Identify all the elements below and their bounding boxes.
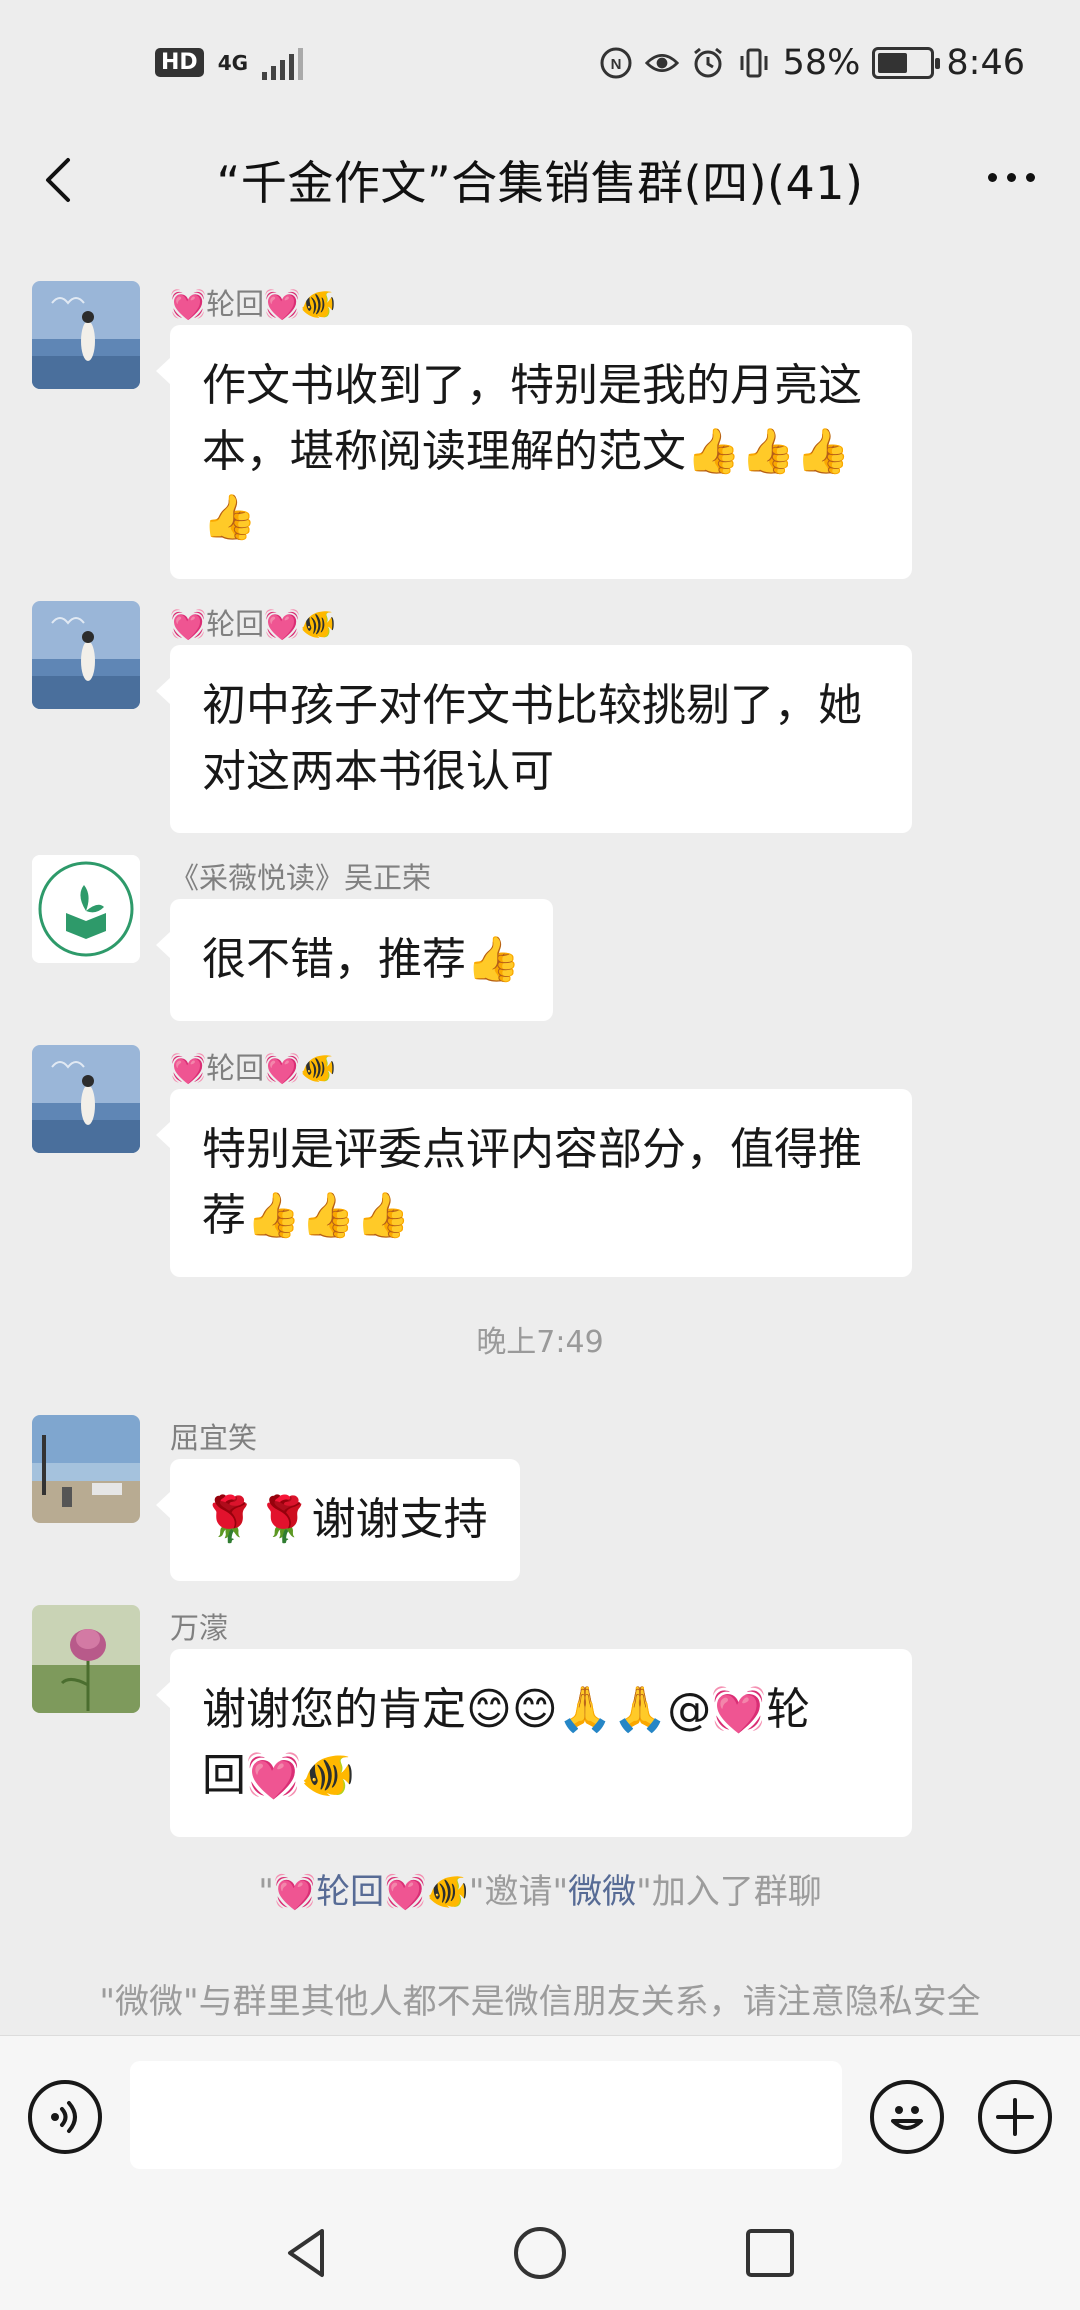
- eye-icon: [644, 46, 679, 80]
- message-line: 作文书收到了，特别是我的月亮这: [202, 360, 862, 411]
- chat-header: “千金作文”合集销售群(四)(41): [0, 125, 1080, 235]
- invite-text: "邀请": [468, 1872, 569, 1912]
- avatar[interactable]: [32, 1605, 140, 1713]
- status-left: HD 4G: [155, 46, 304, 80]
- sender-name: 💓轮回💓🐠: [170, 287, 337, 321]
- input-bar: [0, 2035, 1080, 2195]
- message-bubble[interactable]: 谢谢您的肯定😊😊🙏🙏@💓轮 回💓🐠: [156, 1649, 912, 1837]
- message-line: 特别是评委点评内容部分，值得推: [202, 1124, 862, 1175]
- sender-name: 屈宜笑: [170, 1421, 258, 1455]
- message-line: 🌹🌹谢谢支持: [202, 1494, 488, 1545]
- message-line: 本，堪称阅读理解的范文👍👍👍: [202, 426, 851, 477]
- avatar-flower-image: [32, 1605, 140, 1713]
- chat-messages[interactable]: 💓轮回💓🐠 作文书收到了，特别是我的月亮这 本，堪称阅读理解的范文👍👍👍 👍 💓…: [0, 235, 1080, 2035]
- chat-title: “千金作文”合集销售群(四)(41): [216, 156, 864, 210]
- message-line: 👍: [202, 492, 257, 543]
- voice-button[interactable]: [28, 2080, 102, 2154]
- quote-mark: ": [258, 1872, 274, 1912]
- message-bubble[interactable]: 很不错，推荐👍: [156, 899, 553, 1021]
- avatar-sea-image: [32, 281, 140, 389]
- message-input[interactable]: [130, 2061, 842, 2169]
- svg-text:N: N: [610, 56, 621, 73]
- privacy-notice: "微微"与群里其他人都不是微信朋友关系，请注意隐私安全: [99, 1982, 981, 2022]
- home-circle-icon[interactable]: [510, 2223, 570, 2283]
- plus-icon: [996, 2098, 1034, 2136]
- alarm-icon: [691, 46, 725, 80]
- hd-badge: HD: [155, 48, 204, 77]
- book-logo-icon: [32, 855, 140, 963]
- battery-percent: 58%: [782, 42, 861, 83]
- message-line: 回💓🐠: [202, 1750, 356, 1801]
- emoji-button[interactable]: [870, 2080, 944, 2154]
- inviter-link[interactable]: 💓轮回💓🐠: [274, 1872, 469, 1912]
- system-navigation-bar: [0, 2195, 1080, 2310]
- avatar-sea-image: [32, 601, 140, 709]
- sender-name: 《采薇悦读》吴正荣: [170, 861, 432, 895]
- timestamp: 晚上7:49: [476, 1325, 604, 1360]
- emoji-icon: [891, 2106, 923, 2130]
- message-bubble[interactable]: 作文书收到了，特别是我的月亮这 本，堪称阅读理解的范文👍👍👍 👍: [156, 325, 912, 579]
- back-triangle-icon[interactable]: [278, 2223, 338, 2283]
- avatar-sea-image: [32, 1045, 140, 1153]
- battery-fill: [878, 52, 908, 73]
- status-bar: HD 4G N 58% 8:46: [0, 0, 1080, 125]
- joined-text: "加入了群聊: [636, 1872, 822, 1912]
- sender-name: 💓轮回💓🐠: [170, 1051, 337, 1085]
- voice-icon: [51, 2101, 77, 2133]
- avatar[interactable]: [32, 281, 140, 389]
- message-line: 荐👍👍👍: [202, 1190, 411, 1241]
- network-label: 4G: [217, 50, 249, 75]
- sender-name: 💓轮回💓🐠: [170, 607, 337, 641]
- vibrate-icon: [737, 46, 771, 80]
- system-notice: "💓轮回💓🐠"邀请"微微"加入了群聊: [60, 1865, 1020, 1919]
- battery-icon: [872, 46, 941, 79]
- message-line: 初中孩子对作文书比较挑剔了，她: [202, 680, 862, 731]
- clock: 8:46: [946, 42, 1025, 83]
- sender-name: 万濛: [170, 1611, 229, 1645]
- message-line: 很不错，推荐👍: [202, 934, 521, 985]
- plus-button[interactable]: [978, 2080, 1052, 2154]
- avatar[interactable]: [32, 601, 140, 709]
- message-bubble[interactable]: 🌹🌹谢谢支持: [156, 1459, 520, 1581]
- message-bubble[interactable]: 特别是评委点评内容部分，值得推 荐👍👍👍: [156, 1089, 912, 1277]
- signal-icon: [262, 46, 304, 80]
- avatar-beach-image: [32, 1415, 140, 1523]
- more-options-icon[interactable]: [988, 173, 1035, 182]
- nfc-icon: N: [599, 46, 633, 80]
- avatar[interactable]: [32, 1415, 140, 1523]
- message-line: 对这两本书很认可: [202, 746, 554, 797]
- recents-square-icon[interactable]: [740, 2223, 800, 2283]
- invitee-link[interactable]: 微微: [568, 1872, 636, 1912]
- message-line: 谢谢您的肯定😊😊🙏🙏@💓轮: [202, 1684, 811, 1735]
- avatar[interactable]: [32, 1045, 140, 1153]
- avatar[interactable]: [32, 855, 140, 963]
- status-right: N 58% 8:46: [599, 43, 1025, 83]
- message-bubble[interactable]: 初中孩子对作文书比较挑剔了，她 对这两本书很认可: [156, 645, 912, 833]
- back-arrow-icon[interactable]: [30, 150, 90, 210]
